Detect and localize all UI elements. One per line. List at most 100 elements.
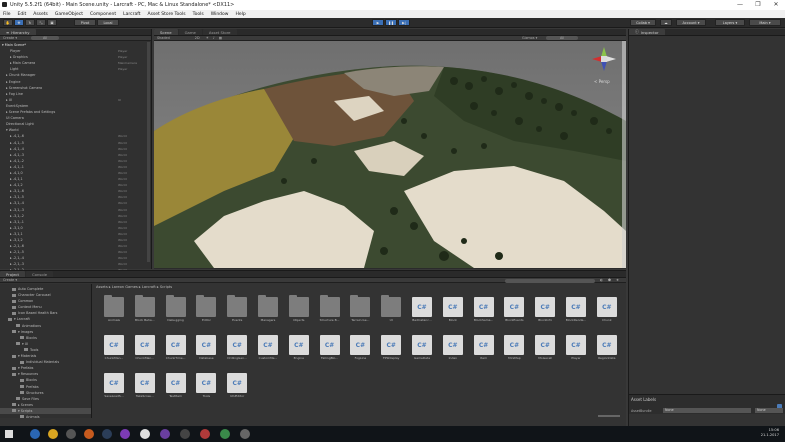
asset-script[interactable]: C# BlockRende... <box>562 297 590 322</box>
asset-script[interactable]: C# MiniMap <box>500 335 528 360</box>
asset-script[interactable]: C# ChunkMan... <box>131 335 159 360</box>
layout-dropdown[interactable]: Main ▾ <box>749 19 781 26</box>
firefox-icon[interactable] <box>84 429 94 439</box>
hierarchy-create-button[interactable]: Create ▾ <box>3 36 17 40</box>
filter-type-icon[interactable]: ◐ <box>600 278 603 282</box>
minimize-button[interactable]: — <box>731 0 749 10</box>
asset-script[interactable]: C# Index <box>439 335 467 360</box>
asset-folder[interactable]: Debugging <box>162 295 190 322</box>
app-icon-1[interactable] <box>180 429 190 439</box>
asset-script[interactable]: C# Block <box>439 297 467 322</box>
explorer-icon[interactable] <box>66 429 76 439</box>
collab-dropdown[interactable]: Collab ▾ <box>630 19 656 26</box>
asset-folder[interactable]: Managers <box>254 295 282 322</box>
asset-script[interactable]: C# TestItem <box>162 373 190 398</box>
project-create-button[interactable]: Create ▾ <box>3 278 17 282</box>
unity-icon[interactable] <box>140 429 150 439</box>
asset-folder[interactable]: Animals <box>100 295 128 322</box>
asset-script[interactable]: C# FogLine <box>346 335 374 360</box>
icon-size-slider[interactable] <box>598 415 620 417</box>
asset-script[interactable]: C# FPSDisplay <box>377 335 405 360</box>
menu-larcraft[interactable]: Larcraft <box>123 12 140 17</box>
windows-start-icon[interactable] <box>5 430 13 438</box>
shading-dropdown[interactable]: Shaded <box>157 36 170 40</box>
asset-script[interactable]: C# BlockInfo <box>531 297 559 322</box>
asset-folder[interactable]: Block Beha... <box>131 295 159 322</box>
menu-file[interactable]: File <box>3 12 11 17</box>
asset-folder[interactable]: Terrain Ge... <box>346 295 374 322</box>
rotate-tool-button[interactable]: ↻ <box>25 19 35 26</box>
assetbundle-dropdown[interactable]: None <box>663 408 751 413</box>
menu-gameobject[interactable]: GameObject <box>55 12 83 17</box>
app-icon-4[interactable] <box>240 429 250 439</box>
scale-tool-button[interactable]: ⤡ <box>36 19 46 26</box>
account-dropdown[interactable]: Account ▾ <box>676 19 706 26</box>
asset-script[interactable]: C# UIUEditor <box>223 373 251 398</box>
scene-search-input[interactable]: All <box>546 36 579 40</box>
asset-folder[interactable]: Editor <box>192 295 220 322</box>
asset-script[interactable]: C# CustomMe... <box>254 335 282 360</box>
asset-script[interactable]: C# Database <box>192 335 220 360</box>
hierarchy-search-input[interactable]: All <box>31 36 60 40</box>
asset-script[interactable]: C# Chunk <box>593 297 621 322</box>
lighting-toggle-icon[interactable]: ☀ <box>206 36 209 40</box>
tab-inspector[interactable]: ⓘ Inspector <box>629 29 665 35</box>
menu-component[interactable]: Component <box>90 12 116 17</box>
gizmos-dropdown[interactable]: Gizmos ▾ <box>522 36 537 40</box>
menu-help[interactable]: Help <box>235 12 245 17</box>
menu-assets[interactable]: Assets <box>33 12 48 17</box>
play-button[interactable]: ▶ <box>372 19 384 26</box>
asset-script[interactable]: C# BadInstanc... <box>408 297 436 322</box>
tab-project[interactable]: Project <box>0 271 25 277</box>
menu-edit[interactable]: Edit <box>18 12 27 17</box>
move-tool-button[interactable]: ✥ <box>14 19 24 26</box>
effects-toggle-icon[interactable]: ▦ <box>219 36 222 40</box>
cloud-button[interactable]: ☁ <box>660 19 672 26</box>
browser-icon[interactable] <box>30 429 40 439</box>
system-clock[interactable]: 15:06 21.1.2017 <box>761 428 779 438</box>
2d-toggle[interactable]: 2D <box>195 36 200 40</box>
rect-tool-button[interactable]: ▣ <box>47 19 57 26</box>
asset-script[interactable]: C# ChunkTime... <box>162 335 190 360</box>
close-button[interactable]: ✕ <box>767 0 785 10</box>
favorite-icon[interactable]: ★ <box>616 278 619 282</box>
asset-script[interactable]: C# SaveLoadS... <box>100 373 128 398</box>
menu-asset-store-tools[interactable]: Asset Store Tools <box>147 12 185 17</box>
project-search-input[interactable] <box>505 278 595 283</box>
app-icon-3[interactable] <box>220 429 230 439</box>
menu-window[interactable]: Window <box>211 12 229 17</box>
asset-script[interactable]: C# TakeScree... <box>131 373 159 398</box>
local-toggle[interactable]: Local <box>97 19 119 26</box>
project-breadcrumb[interactable]: Assets ▸ Lareon Games ▸ Larcraft ▸ Scrip… <box>96 285 172 289</box>
asset-script[interactable]: C# Item <box>470 335 498 360</box>
asset-script[interactable]: C# Moisecell <box>531 335 559 360</box>
asset-script[interactable]: C# FallingBlo... <box>316 335 344 360</box>
chrome-icon[interactable] <box>48 429 58 439</box>
persp-label[interactable]: < Persp <box>594 79 610 84</box>
asset-script[interactable]: C# BlockEvents <box>500 297 528 322</box>
audio-toggle-icon[interactable]: ♪ <box>213 36 215 40</box>
pause-button[interactable]: ❚❚ <box>385 19 397 26</box>
step-button[interactable]: ▶| <box>398 19 410 26</box>
asset-folder[interactable]: Structure B... <box>316 295 344 322</box>
pivot-toggle[interactable]: Pivot <box>74 19 96 26</box>
asset-script[interactable]: C# GameData <box>408 335 436 360</box>
layers-dropdown[interactable]: Layers ▾ <box>715 19 745 26</box>
asset-folder[interactable]: UI <box>377 295 405 322</box>
tab-hierarchy[interactable]: ≡ Hierarchy <box>0 29 36 35</box>
asset-script[interactable]: C# ChunkMan... <box>100 335 128 360</box>
menu-tools[interactable]: Tools <box>193 12 204 17</box>
tab-game[interactable]: Game <box>178 29 202 35</box>
tab-console[interactable]: Console <box>26 271 54 277</box>
hierarchy-scrollbar[interactable] <box>147 42 150 262</box>
asset-script[interactable]: C# BlockSama... <box>470 297 498 322</box>
asset-folder[interactable]: Objects <box>285 295 313 322</box>
media-icon[interactable] <box>120 429 130 439</box>
app-icon-2[interactable] <box>200 429 210 439</box>
hand-tool-button[interactable]: ✋ <box>3 19 13 26</box>
photoshop-icon[interactable] <box>102 429 112 439</box>
scene-viewport[interactable]: < Persp <box>154 41 626 268</box>
asset-script[interactable]: C# RegionData <box>593 335 621 360</box>
tab-scene[interactable]: Scene <box>154 29 178 35</box>
assetbundle-variant-dropdown[interactable]: None <box>755 408 783 413</box>
